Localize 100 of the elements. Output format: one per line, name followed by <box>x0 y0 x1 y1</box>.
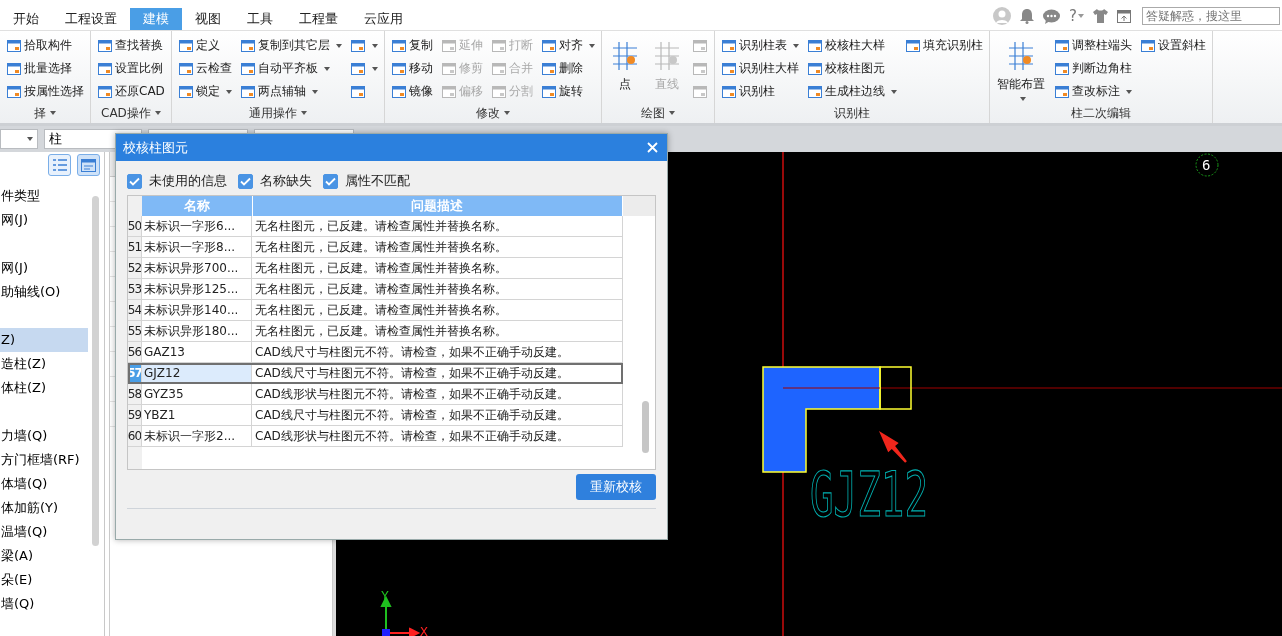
ribbon-button[interactable]: 判断边角柱 <box>1052 57 1133 80</box>
ribbon-button[interactable]: 镜像 <box>389 80 434 103</box>
ribbon-button[interactable]: 查改标注 <box>1052 80 1133 103</box>
scrollbar-thumb[interactable] <box>92 196 99 546</box>
ribbon-button[interactable]: 生成柱边线 <box>805 80 898 103</box>
table-cell: CAD线形状与柱图元不符。请检查，如果不正确手动反建。 <box>252 426 623 447</box>
menu-tab[interactable]: 工程量 <box>286 8 351 30</box>
menu-tab[interactable]: 工程设置 <box>52 8 130 30</box>
group-menu-button[interactable]: 择 <box>5 103 85 123</box>
menu-tab[interactable]: 工具 <box>234 8 286 30</box>
ribbon-button[interactable]: 删除 <box>539 57 596 80</box>
ribbon-button[interactable]: 设置斜柱 <box>1138 34 1207 57</box>
ribbon-button[interactable]: 识别柱 <box>719 80 800 103</box>
scrollbar-thumb[interactable] <box>642 401 649 453</box>
table-row[interactable]: 59 YBZ1 CAD线尺寸与柱图元不符。请检查，如果不正确手动反建。 <box>128 405 623 426</box>
ribbon-button[interactable]: 锁定 <box>176 80 233 103</box>
table-row[interactable]: 53 未标识异形125... 无名柱图元，已反建。请检查属性并替换名称。 <box>128 279 623 300</box>
ribbon-button[interactable]: 定义 <box>176 34 233 57</box>
list-view-button[interactable] <box>48 154 71 176</box>
ribbon-button[interactable]: 复制到其它层 <box>238 34 343 57</box>
checkbox-label: 未使用的信息 <box>149 173 227 190</box>
ribbon-button[interactable]: 识别柱大样 <box>719 57 800 80</box>
ribbon-large-button[interactable]: 智能布置 <box>994 34 1047 103</box>
ribbon-button[interactable]: 按属性选择 <box>5 80 85 103</box>
group-menu-button[interactable]: 绘图 <box>606 103 709 123</box>
checkbox[interactable] <box>238 174 253 189</box>
tool-icon <box>239 83 256 100</box>
tree-item[interactable]: 体加筋(Y) <box>0 496 92 520</box>
ribbon-button[interactable]: 识别柱表 <box>719 34 800 57</box>
table-cell: GAZ13 <box>142 342 252 363</box>
caret-icon <box>225 89 232 94</box>
ribbon-button[interactable]: 调整柱端头 <box>1052 34 1133 57</box>
x-axis-label: X <box>420 624 428 636</box>
tool-icon <box>691 60 708 77</box>
ribbon-large-button[interactable]: 点 <box>606 34 643 103</box>
table-row[interactable]: 52 未标识异形700... 无名柱图元，已反建。请检查属性并替换名称。 <box>128 258 623 279</box>
details-view-button[interactable] <box>77 154 100 176</box>
ribbon-button[interactable]: 云检查 <box>176 57 233 80</box>
tool-icon <box>490 60 507 77</box>
help-menu[interactable]: ? <box>1069 7 1084 25</box>
checkbox[interactable] <box>323 174 338 189</box>
ribbon-button[interactable]: 复制 <box>389 34 434 57</box>
table-row[interactable]: 50 未标识一字形6... 无名柱图元，已反建。请检查属性并替换名称。 <box>128 216 623 237</box>
ribbon-button[interactable]: 拾取构件 <box>5 34 85 57</box>
tool-icon <box>904 37 921 54</box>
check-icon <box>240 177 251 186</box>
ribbon-button[interactable]: 校核柱大样 <box>805 34 898 57</box>
group-menu-button[interactable]: 修改 <box>389 103 596 123</box>
tree-item[interactable]: 件类型 <box>0 184 92 208</box>
tree-item[interactable]: 造柱(Z) <box>0 352 92 376</box>
tree-item[interactable]: 梁(A) <box>0 544 92 568</box>
table-row[interactable]: 58 GYZ35 CAD线形状与柱图元不符。请检查，如果不正确手动反建。 <box>128 384 623 405</box>
tool-icon <box>6 37 22 54</box>
table-row[interactable]: 55 未标识异形180... 无名柱图元，已反建。请检查属性并替换名称。 <box>128 321 623 342</box>
ribbon-button[interactable]: 移动 <box>389 57 434 80</box>
table-row[interactable]: 60 未标识一字形2... CAD线形状与柱图元不符。请检查，如果不正确手动反建。 <box>128 426 623 447</box>
ribbon-button[interactable]: 批量选择 <box>5 57 85 80</box>
caret-icon <box>503 111 510 115</box>
caret-icon <box>300 111 307 115</box>
group-menu-button[interactable]: 通用操作 <box>176 103 379 123</box>
tree-item[interactable]: 体柱(Z) <box>0 376 92 400</box>
tree-item[interactable]: 力墙(Q) <box>0 424 92 448</box>
tree-item[interactable]: 方门框墙(RF) <box>0 448 92 472</box>
menu-tab[interactable]: 云应用 <box>351 8 416 30</box>
caret-icon <box>371 43 378 48</box>
tool-icon <box>720 83 737 100</box>
ribbon-button[interactable]: 查找替换 <box>96 34 166 57</box>
ribbon-button[interactable]: 校核柱图元 <box>805 57 898 80</box>
tree-item[interactable]: Z) <box>0 328 88 352</box>
ribbon-button[interactable]: 对齐 <box>539 34 596 57</box>
search-field[interactable]: 答疑解惑，搜这里 <box>1142 7 1280 25</box>
table-cell: 未标识一字形8... <box>142 237 252 258</box>
ribbon-button[interactable]: 自动平齐板 <box>238 57 343 80</box>
menu-tab[interactable]: 视图 <box>182 8 234 30</box>
ribbon-button[interactable]: 填充识别柱 <box>903 34 984 57</box>
tree-item[interactable]: 助轴线(O) <box>0 280 92 304</box>
group-menu-button[interactable]: CAD操作 <box>96 103 166 123</box>
recheck-button[interactable]: 重新校核 <box>576 474 656 500</box>
ribbon-button[interactable]: 两点辅轴 <box>238 80 343 103</box>
ribbon-button[interactable]: 设置比例 <box>96 57 166 80</box>
checkbox[interactable] <box>127 174 142 189</box>
table-cell: 无名柱图元，已反建。请检查属性并替换名称。 <box>252 237 623 258</box>
table-row[interactable]: 54 未标识异形140... 无名柱图元，已反建。请检查属性并替换名称。 <box>128 300 623 321</box>
ribbon-button[interactable]: 旋转 <box>539 80 596 103</box>
tree-item[interactable]: 体墙(Q) <box>0 472 92 496</box>
table-row[interactable]: 56 GAZ13 CAD线尺寸与柱图元不符。请检查，如果不正确手动反建。 <box>128 342 623 363</box>
ribbon-button[interactable]: 还原CAD <box>96 80 166 103</box>
tree-item[interactable]: 墙(Q) <box>0 592 92 616</box>
caret-icon <box>335 43 342 48</box>
menu-tab[interactable]: 开始 <box>0 8 52 30</box>
shirt-icon <box>1093 9 1108 23</box>
table-cell: CAD线形状与柱图元不符。请检查，如果不正确手动反建。 <box>252 384 623 405</box>
tree-item[interactable]: 朵(E) <box>0 568 92 592</box>
table-row[interactable]: 51 未标识一字形8... 无名柱图元，已反建。请检查属性并替换名称。 <box>128 237 623 258</box>
tree-item[interactable]: 温墙(Q) <box>0 520 92 544</box>
tree-item[interactable]: 网(J) <box>0 256 92 280</box>
tree-item[interactable]: 网(J) <box>0 208 92 232</box>
caret-icon <box>1078 14 1084 18</box>
axis-number: 6 <box>1202 157 1211 173</box>
dropdown-field[interactable] <box>0 129 38 149</box>
